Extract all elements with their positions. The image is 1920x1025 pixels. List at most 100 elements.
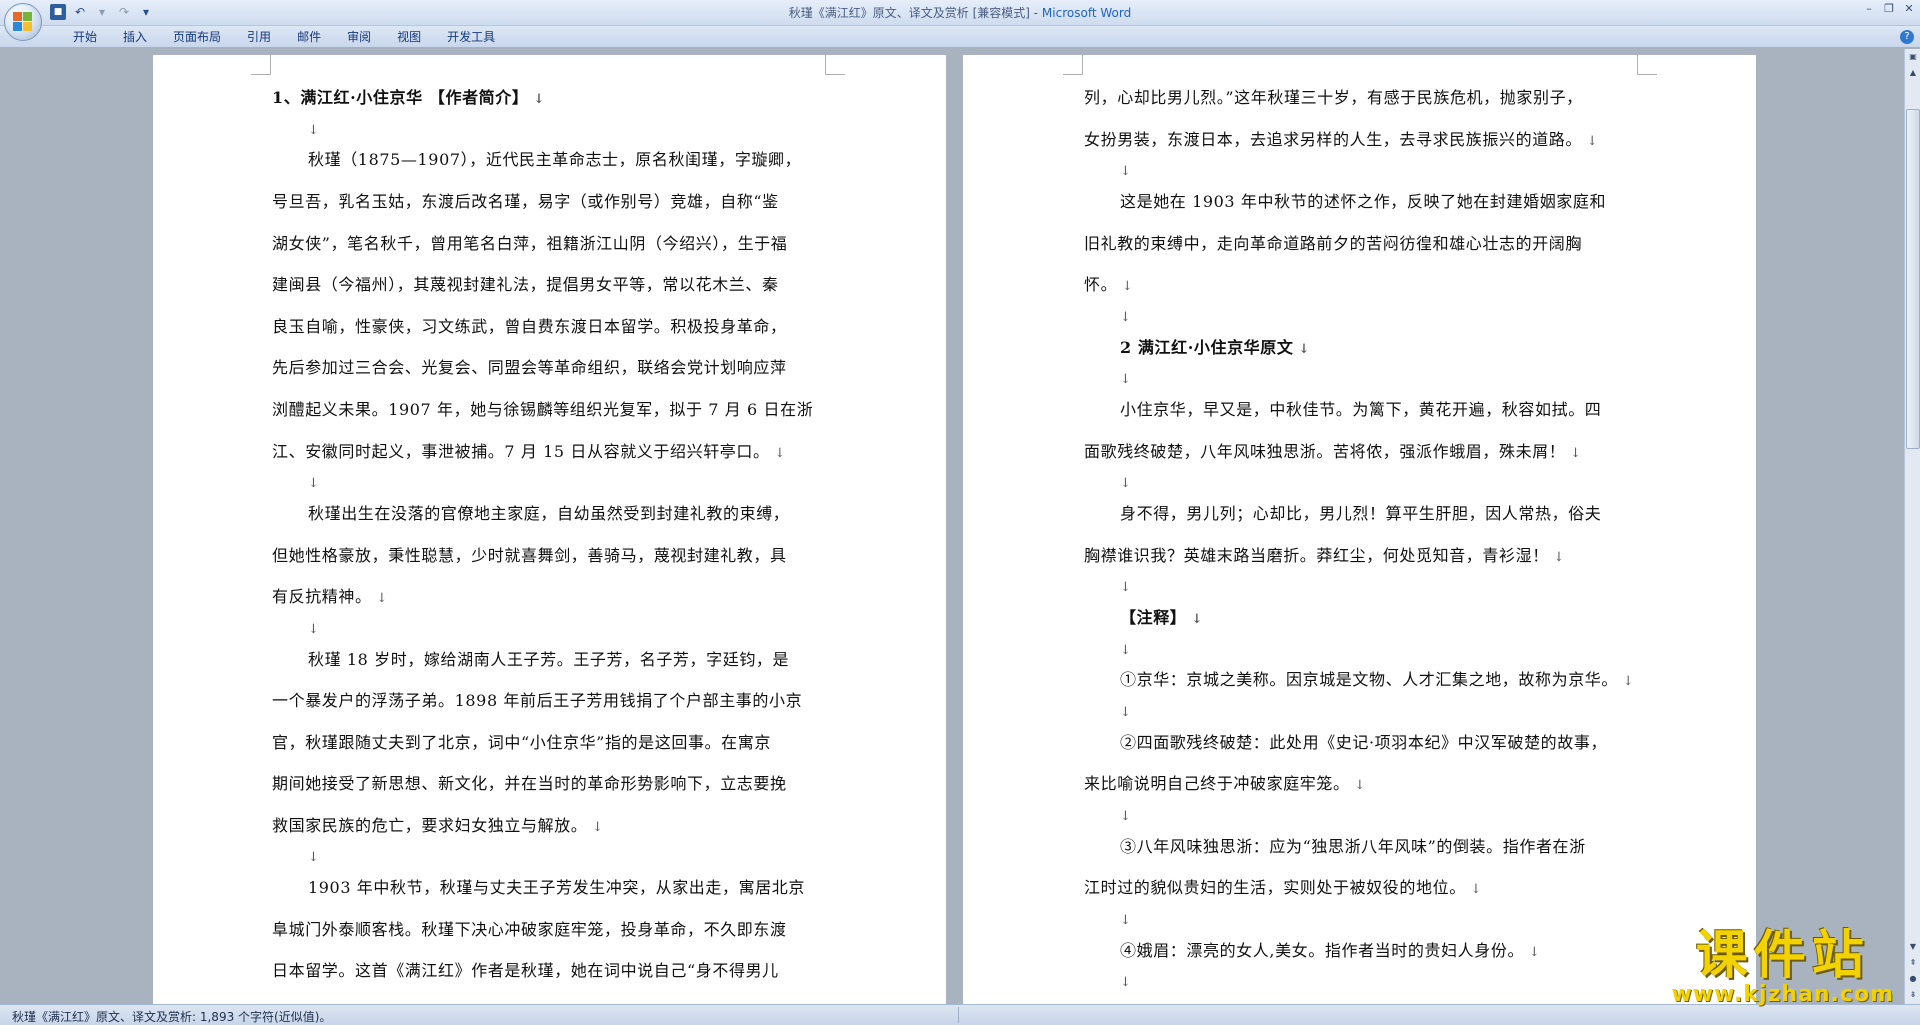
paragraph-mark-icon: ↓ [1465,882,1483,898]
bio-paragraph-line: 江、安徽同时起义，事泄被捕。7 月 15 日从容就义于绍兴轩亭口。 ↓ [272,441,786,461]
bio-paragraph-line: 浏醴起义未果。1907 年，她与徐锡麟等组织光复军，拟于 7 月 6 日在浙 [272,399,814,419]
note-line: ④娥眉：漂亮的女人,美女。指作者当时的贵妇人身份。 ↓ [1120,940,1541,960]
tab-6[interactable]: 视图 [384,29,434,45]
tab-4[interactable]: 邮件 [284,29,334,45]
poem-line: 小住京华，早又是，中秋佳节。为篱下，黄花开遍，秋容如拭。四 [1120,399,1602,419]
empty-paragraph: ↓ [1084,576,1636,597]
paragraph-mark-icon: ↓ [587,819,604,835]
empty-paragraph: ↓ [1084,472,1636,493]
bio-paragraph-line: 先后参加过三合会、光复会、同盟会等革命组织，联络会党计划响应萍 [272,358,787,378]
paragraph-mark-icon: ↓ [769,445,786,461]
empty-paragraph: ↓ [1084,306,1636,327]
empty-paragraph: ↓ [272,119,824,140]
minimize-icon[interactable]: – [1862,2,1876,16]
paragraph-mark-icon: ↓ [1120,580,1132,596]
paragraph-mark-icon: ↓ [1548,549,1566,565]
bio-paragraph-line: 秋瑾出生在没落的官僚地主家庭，自幼虽然受到封建礼教的束缚， [308,503,790,523]
tab-2[interactable]: 页面布局 [160,29,234,45]
scroll-up-icon[interactable]: ▲ [1906,65,1920,81]
left-page-content: 1、满江红·小住京华 【作者简介】 ↓ ↓ 秋瑾（1875—1907），近代民主革命… [272,77,824,992]
bio-paragraph-line: 阜城门外泰顺客栈。秋瑾下决心冲破家庭牢笼，投身革命，不久即东渡 [272,919,787,939]
paragraph-mark-icon: ↓ [1524,944,1541,960]
paragraph-mark-icon: ↓ [371,591,388,607]
margin-corner-mark [1637,55,1657,75]
tab-3[interactable]: 引用 [234,29,284,45]
watermark-title: 课件站 [1695,926,1870,986]
paragraph-mark-icon: ↓ [308,850,320,866]
help-icon[interactable]: ? [1900,30,1914,44]
bio-paragraph-line: 怀。 ↓ [1084,275,1134,295]
next-page-icon[interactable]: ⇟ [1906,987,1920,1003]
watermark: 课件站 www.kjzhan.com [1671,928,1894,1006]
title-bar: ■ ↶ ▾ ↷ ▾ 秋瑾《满江红》原文、译文及赏析 [兼容模式] - Micro… [0,0,1920,41]
paragraph-mark-icon: ↓ [1117,279,1134,295]
bio-paragraph-line: 号旦吾，乳名玉姑，东渡后改名瑾，易字（或作别号）竞雄，自称“鉴 [272,191,779,211]
document-area: 1、满江红·小住京华 【作者简介】 ↓ ↓ 秋瑾（1875—1907），近代民主革命… [0,49,1904,1004]
poem-line: 面歌残终破楚，八年风味独思浙。苦将侬，强派作蛾眉，殊未屑！ ↓ [1084,441,1582,461]
status-text: 秋瑾《满江红》原文、译文及赏析: 1,893 个字符(近似值)。 [12,1010,332,1024]
paragraph-mark-icon: ↓ [1120,309,1132,325]
paragraph-mark-icon: ↓ [1582,133,1599,149]
scroll-down-icon[interactable]: ▼ [1906,939,1920,955]
section-heading: 2 满江红·小住京华原文 ↓ [1120,337,1311,357]
bio-paragraph-line: 一个暴发户的浮荡子弟。1898 年前后王子芳用钱捐了个户部主事的小京 [272,691,803,711]
paragraph-mark-icon: ↓ [1120,975,1132,991]
window-title-brand: Microsoft Word [1041,6,1132,20]
ruler-toggle-icon[interactable]: ▣ [1906,49,1920,65]
paragraph-mark-icon: ↓ [1565,445,1582,461]
right-page-content: 列，心却比男儿烈。”这年秋瑾三十岁，有感于民族危机，抛家别子， 女扮男装，东渡日本… [1084,77,1636,992]
bio-paragraph-line: 秋瑾（1875—1907），近代民主革命志士，原名秋闺瑾，字璇卿， [308,150,802,170]
page-left[interactable]: 1、满江红·小住京华 【作者简介】 ↓ ↓ 秋瑾（1875—1907），近代民主革命… [153,55,946,1004]
empty-paragraph: ↓ [1084,160,1636,181]
poem-line: 身不得，男儿列；心却比，男儿烈！算平生肝胆，因人常热，俗夫 [1120,503,1602,523]
close-icon[interactable]: ✕ [1902,2,1916,16]
paragraph-mark-icon: ↓ [308,476,320,492]
notes-heading: 【注释】 ↓ [1120,607,1204,627]
vertical-scrollbar[interactable]: ▣ ▲ ▼ ⇞ ● ⇟ [1904,49,1920,1004]
section-heading: 1、满江红·小住京华 【作者简介】 ↓ [272,88,546,107]
bio-paragraph-line: 救国家民族的危亡，要求妇女独立与解放。 ↓ [272,815,604,835]
note-line: ②四面歌残终破楚：此处用《史记·项羽本纪》中汉军破楚的故事， [1120,732,1608,752]
select-browse-object-icon[interactable]: ● [1906,971,1920,987]
bio-paragraph-line: 女扮男装，东渡日本，去追求另样的人生，去寻求民族振兴的道路。 ↓ [1084,129,1599,149]
ribbon-tabs: 开始 插入 页面布局 引用 邮件 审阅 视图 开发工具 [60,29,508,45]
window-title-text: 秋瑾《满江红》原文、译文及赏析 [兼容模式] - [788,6,1042,20]
paragraph-mark-icon: ↓ [308,122,320,138]
tab-7[interactable]: 开发工具 [434,29,508,45]
paragraph-mark-icon: ↓ [1120,372,1132,388]
margin-corner-mark [825,55,845,75]
note-line: ③八年风味独思浙：应为“独思浙八年风味”的倒装。指作者在浙 [1120,836,1586,856]
tab-1[interactable]: 插入 [110,29,160,45]
poem-line: 胸襟谁识我？英雄末路当磨折。莽红尘，何处觅知音，青衫湿！ ↓ [1084,545,1566,565]
paragraph-mark-icon: ↓ [1186,611,1204,627]
bio-paragraph-line: 期间她接受了新思想、新文化，并在当时的革命形势影响下，立志要挽 [272,774,787,794]
paragraph-mark-icon: ↓ [308,621,320,637]
bio-paragraph-line: 建闽县（今福州），其蔑视封建礼法，提倡男女平等，常以花木兰、秦 [272,275,779,295]
paragraph-mark-icon: ↓ [1618,674,1635,690]
note-line: 江时过的貌似贵妇的生活，实则处于被奴役的地位。 ↓ [1084,878,1483,898]
bio-paragraph-line: 但她性格豪放，秉性聪慧，少时就喜舞剑，善骑马，蔑视封建礼教，具 [272,545,787,565]
page-right[interactable]: 列，心却比男儿烈。”这年秋瑾三十岁，有感于民族危机，抛家别子， 女扮男装，东渡日本… [963,55,1756,1004]
previous-page-icon[interactable]: ⇞ [1906,955,1920,971]
bio-paragraph-line: 官，秋瑾跟随丈夫到了北京，词中“小住京华”指的是这回事。在寓京 [272,732,771,752]
empty-paragraph: ↓ [1084,805,1636,826]
empty-paragraph: ↓ [272,846,824,867]
restore-icon[interactable]: ❐ [1882,2,1896,16]
scroll-thumb[interactable] [1906,109,1920,449]
window-controls: – ❐ ✕ [1862,2,1916,16]
empty-paragraph: ↓ [1084,368,1636,389]
status-divider [958,1007,959,1023]
bio-paragraph-line: 秋瑾 18 岁时，嫁给湖南人王子芳。王子芳，名子芳，字廷钧，是 [308,649,790,669]
paragraph-mark-icon: ↓ [1120,912,1132,928]
office-button[interactable] [4,3,42,41]
paragraph-mark-icon: ↓ [1120,642,1132,658]
paragraph-mark-icon: ↓ [1120,476,1132,492]
tab-5[interactable]: 审阅 [334,29,384,45]
note-line: ①京华：京城之美称。因京城是文物、人才汇集之地，故称为京华。 ↓ [1120,670,1635,690]
empty-paragraph: ↓ [1084,701,1636,722]
office-logo-icon [13,12,33,32]
tab-0[interactable]: 开始 [60,29,110,45]
margin-corner-mark [251,55,271,75]
paragraph-mark-icon: ↓ [528,92,546,107]
bio-paragraph-line: 这是她在 1903 年中秋节的述怀之作，反映了她在封建婚姻家庭和 [1120,191,1607,211]
